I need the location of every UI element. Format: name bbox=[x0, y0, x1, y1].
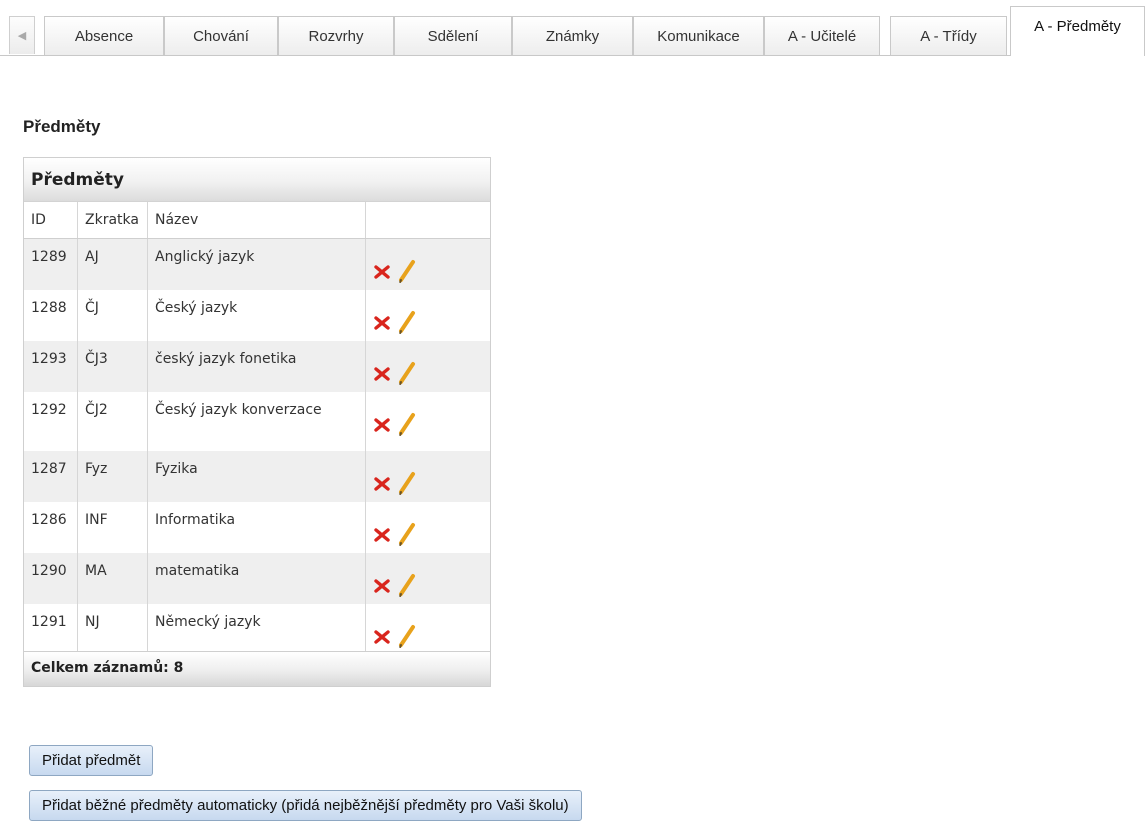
row-actions bbox=[373, 614, 484, 652]
edit-icon[interactable] bbox=[397, 573, 417, 601]
row-actions bbox=[373, 402, 484, 440]
cell-id: 1286 bbox=[24, 501, 78, 553]
cell-id: 1291 bbox=[24, 603, 78, 655]
cell-actions bbox=[365, 391, 490, 451]
delete-icon[interactable] bbox=[373, 627, 391, 649]
page-title: Předměty bbox=[23, 117, 101, 136]
cell-actions bbox=[365, 340, 490, 392]
column-header-name[interactable]: Název bbox=[147, 202, 366, 239]
edit-icon[interactable] bbox=[397, 259, 417, 287]
column-header-id[interactable]: ID bbox=[24, 202, 78, 239]
delete-icon[interactable] bbox=[373, 474, 391, 496]
row-actions bbox=[373, 461, 484, 499]
grid-footer-record-count: Celkem záznamů: 8 bbox=[24, 651, 490, 686]
subjects-grid: Předměty ID Zkratka Název 1289 AJ Anglický… bbox=[23, 157, 491, 687]
row-actions bbox=[373, 300, 484, 338]
cell-name: Český jazyk bbox=[147, 289, 366, 341]
column-header-abbreviation[interactable]: Zkratka bbox=[77, 202, 148, 239]
cell-abbreviation: MA bbox=[77, 552, 148, 604]
cell-abbreviation: ČJ3 bbox=[77, 340, 148, 392]
delete-icon[interactable] bbox=[373, 415, 391, 437]
cell-abbreviation: Fyz bbox=[77, 450, 148, 502]
cell-abbreviation: NJ bbox=[77, 603, 148, 655]
edit-icon[interactable] bbox=[397, 471, 417, 499]
table-row: 1286 INF Informatika bbox=[24, 501, 490, 553]
cell-actions bbox=[365, 501, 490, 553]
edit-icon[interactable] bbox=[397, 412, 417, 440]
grid-title: Předměty bbox=[24, 158, 490, 202]
delete-icon[interactable] bbox=[373, 313, 391, 335]
edit-icon[interactable] bbox=[397, 624, 417, 652]
cell-actions bbox=[365, 552, 490, 604]
cell-id: 1292 bbox=[24, 391, 78, 451]
tab-znamky[interactable]: Známky bbox=[512, 16, 633, 55]
table-row: 1287 Fyz Fyzika bbox=[24, 450, 490, 502]
tab-komunikace[interactable]: Komunikace bbox=[633, 16, 764, 55]
table-row: 1292 ČJ2 Český jazyk konverzace bbox=[24, 391, 490, 451]
cell-name: Anglický jazyk bbox=[147, 238, 366, 290]
delete-icon[interactable] bbox=[373, 262, 391, 284]
chevron-left-icon: ◀ bbox=[17, 30, 27, 42]
cell-id: 1289 bbox=[24, 238, 78, 290]
tab-chovani[interactable]: Chování bbox=[164, 16, 278, 55]
cell-name: Český jazyk konverzace bbox=[147, 391, 366, 451]
cell-abbreviation: ČJ2 bbox=[77, 391, 148, 451]
delete-icon[interactable] bbox=[373, 576, 391, 598]
cell-name: Německý jazyk bbox=[147, 603, 366, 655]
cell-name: Informatika bbox=[147, 501, 366, 553]
table-row: 1291 NJ Německý jazyk bbox=[24, 603, 490, 655]
tab-sdeleni[interactable]: Sdělení bbox=[394, 16, 512, 55]
cell-name: Fyzika bbox=[147, 450, 366, 502]
table-row: 1290 MA matematika bbox=[24, 552, 490, 604]
edit-icon[interactable] bbox=[397, 522, 417, 550]
add-subject-button[interactable]: Přidat předmět bbox=[29, 745, 154, 776]
cell-name: matematika bbox=[147, 552, 366, 604]
cell-abbreviation: INF bbox=[77, 501, 148, 553]
cell-id: 1293 bbox=[24, 340, 78, 392]
cell-actions bbox=[365, 238, 490, 290]
table-row: 1293 ČJ3 český jazyk fonetika bbox=[24, 340, 490, 392]
cell-actions bbox=[365, 289, 490, 341]
tab-absence[interactable]: Absence bbox=[44, 16, 164, 55]
cell-abbreviation: AJ bbox=[77, 238, 148, 290]
tab-a-predmety[interactable]: A - Předměty bbox=[1010, 6, 1145, 56]
table-row: 1289 AJ Anglický jazyk bbox=[24, 238, 490, 290]
column-header-actions bbox=[365, 202, 490, 239]
row-actions bbox=[373, 351, 484, 389]
row-actions bbox=[373, 249, 484, 287]
cell-abbreviation: ČJ bbox=[77, 289, 148, 341]
add-common-subjects-button[interactable]: Přidat běžné předměty automaticky (přidá… bbox=[29, 790, 582, 821]
delete-icon[interactable] bbox=[373, 364, 391, 386]
edit-icon[interactable] bbox=[397, 361, 417, 389]
edit-icon[interactable] bbox=[397, 310, 417, 338]
cell-actions bbox=[365, 450, 490, 502]
cell-id: 1290 bbox=[24, 552, 78, 604]
cell-id: 1288 bbox=[24, 289, 78, 341]
tab-a-ucitele[interactable]: A - Učitelé bbox=[764, 16, 880, 55]
tab-rozvrhy[interactable]: Rozvrhy bbox=[278, 16, 394, 55]
tab-scroll-left-button[interactable]: ◀ bbox=[9, 16, 35, 54]
row-actions bbox=[373, 512, 484, 550]
tab-a-tridy[interactable]: A - Třídy bbox=[890, 16, 1007, 55]
subjects-table: ID Zkratka Název 1289 AJ Anglický jazyk 128… bbox=[24, 202, 490, 655]
table-row: 1288 ČJ Český jazyk bbox=[24, 289, 490, 341]
delete-icon[interactable] bbox=[373, 525, 391, 547]
cell-name: český jazyk fonetika bbox=[147, 340, 366, 392]
cell-actions bbox=[365, 603, 490, 655]
row-actions bbox=[373, 563, 484, 601]
cell-id: 1287 bbox=[24, 450, 78, 502]
tab-bar: ◀ Absence Chování Rozvrhy Sdělení Známky… bbox=[0, 0, 1145, 56]
